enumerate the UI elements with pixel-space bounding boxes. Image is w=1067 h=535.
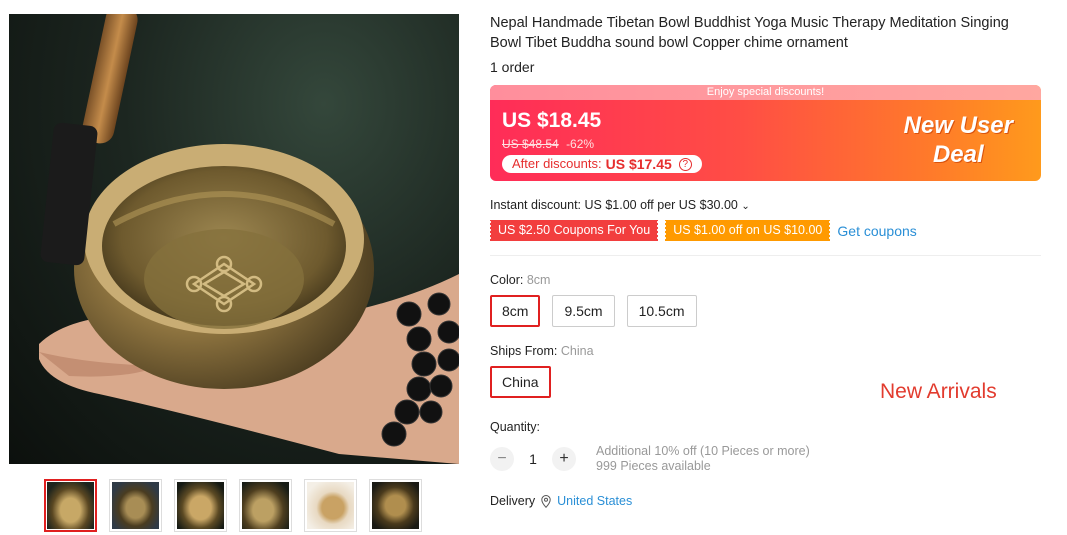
- discount-banner: Enjoy special discounts!: [490, 85, 1041, 100]
- quantity-stepper: − 1 + Additional 10% off (10 Pieces or m…: [490, 444, 1041, 474]
- ships-from-option-china[interactable]: China: [490, 366, 551, 398]
- product-title: Nepal Handmade Tibetan Bowl Buddhist Yog…: [490, 15, 1009, 51]
- singing-bowl-thumb-icon: [177, 482, 224, 529]
- coupon-badge-red[interactable]: US $2.50 Coupons For You: [488, 220, 660, 241]
- quantity-increase-button[interactable]: +: [552, 447, 576, 471]
- quantity-value[interactable]: 1: [524, 451, 542, 467]
- discount-percent: -62%: [566, 137, 595, 151]
- delivery-row: Delivery United States: [490, 494, 1041, 508]
- deal-line-2: Deal: [932, 141, 984, 168]
- coupon-badge-orange[interactable]: US $1.00 off on US $10.00: [664, 220, 832, 241]
- singing-bowl-thumb-icon: [112, 482, 159, 529]
- quantity-decrease-button[interactable]: −: [490, 447, 514, 471]
- bulk-discount-note: Additional 10% off (10 Pieces or more): [596, 444, 810, 458]
- thumbnail[interactable]: [304, 479, 357, 532]
- product-main-image[interactable]: [9, 14, 459, 464]
- get-coupons-link[interactable]: Get coupons: [837, 223, 916, 239]
- color-options: 8cm 9.5cm 10.5cm: [490, 295, 1041, 327]
- singing-bowl-photo: [39, 14, 459, 464]
- after-discount-price: US $17.45: [605, 156, 672, 172]
- color-option-9-5cm[interactable]: 9.5cm: [552, 295, 615, 327]
- quantity-label: Quantity:: [490, 420, 541, 434]
- location-pin-icon: [541, 494, 551, 508]
- color-option-8cm[interactable]: 8cm: [490, 295, 541, 327]
- instant-discount[interactable]: Instant discount: US $1.00 off per US $3…: [490, 198, 1041, 212]
- singing-bowl-thumb-icon: [242, 482, 289, 529]
- singing-bowl-thumb-icon: [307, 482, 354, 529]
- thumbnail[interactable]: [239, 479, 292, 532]
- divider: [490, 255, 1041, 256]
- ships-from-selected-value: China: [560, 344, 594, 358]
- original-price-row: US $48.54 -62%: [502, 137, 594, 151]
- deal-line-1: New User: [903, 112, 1013, 139]
- color-option-10-5cm[interactable]: 10.5cm: [626, 295, 697, 327]
- thumbnail[interactable]: [369, 479, 422, 532]
- ships-from-label-row: Ships From: China: [490, 344, 1041, 358]
- current-price: US $18.45: [502, 109, 602, 132]
- thumbnail[interactable]: [44, 479, 97, 532]
- stock-available: 999 Pieces available: [596, 459, 711, 473]
- thumbnail[interactable]: [174, 479, 227, 532]
- ships-from-label: Ships From:: [490, 344, 558, 358]
- product-info: Nepal Handmade Tibetan Bowl Buddhist Yog…: [488, 14, 1041, 508]
- delivery-label: Delivery: [490, 494, 536, 508]
- coupon-row: US $2.50 Coupons For You US $1.00 off on…: [488, 220, 1041, 241]
- original-price: US $48.54: [502, 137, 559, 151]
- singing-bowl-thumb-icon: [372, 482, 419, 529]
- after-discount-label: After discounts:: [512, 156, 602, 171]
- chevron-down-icon: ⌄: [741, 201, 750, 212]
- thumbnail[interactable]: [109, 479, 162, 532]
- new-user-deal-badge: New User Deal: [904, 111, 1013, 169]
- help-icon[interactable]: ?: [678, 157, 692, 171]
- color-label-row: Color: 8cm: [490, 273, 1041, 287]
- delivery-location-link[interactable]: United States: [557, 494, 632, 508]
- after-discount-pill[interactable]: After discounts: US $17.45 ?: [502, 155, 702, 173]
- order-count: 1 order: [490, 59, 535, 75]
- color-label: Color:: [490, 273, 524, 287]
- price-box: Enjoy special discounts! US $18.45 US $4…: [490, 85, 1041, 181]
- color-selected-value: 8cm: [526, 273, 551, 287]
- quantity-note: Additional 10% off (10 Pieces or more) 9…: [596, 444, 810, 474]
- new-arrivals-label: New Arrivals: [880, 380, 997, 403]
- instant-discount-text: Instant discount: US $1.00 off per US $3…: [490, 198, 738, 212]
- singing-bowl-thumb-icon: [47, 482, 94, 529]
- thumbnail-strip: [44, 479, 422, 532]
